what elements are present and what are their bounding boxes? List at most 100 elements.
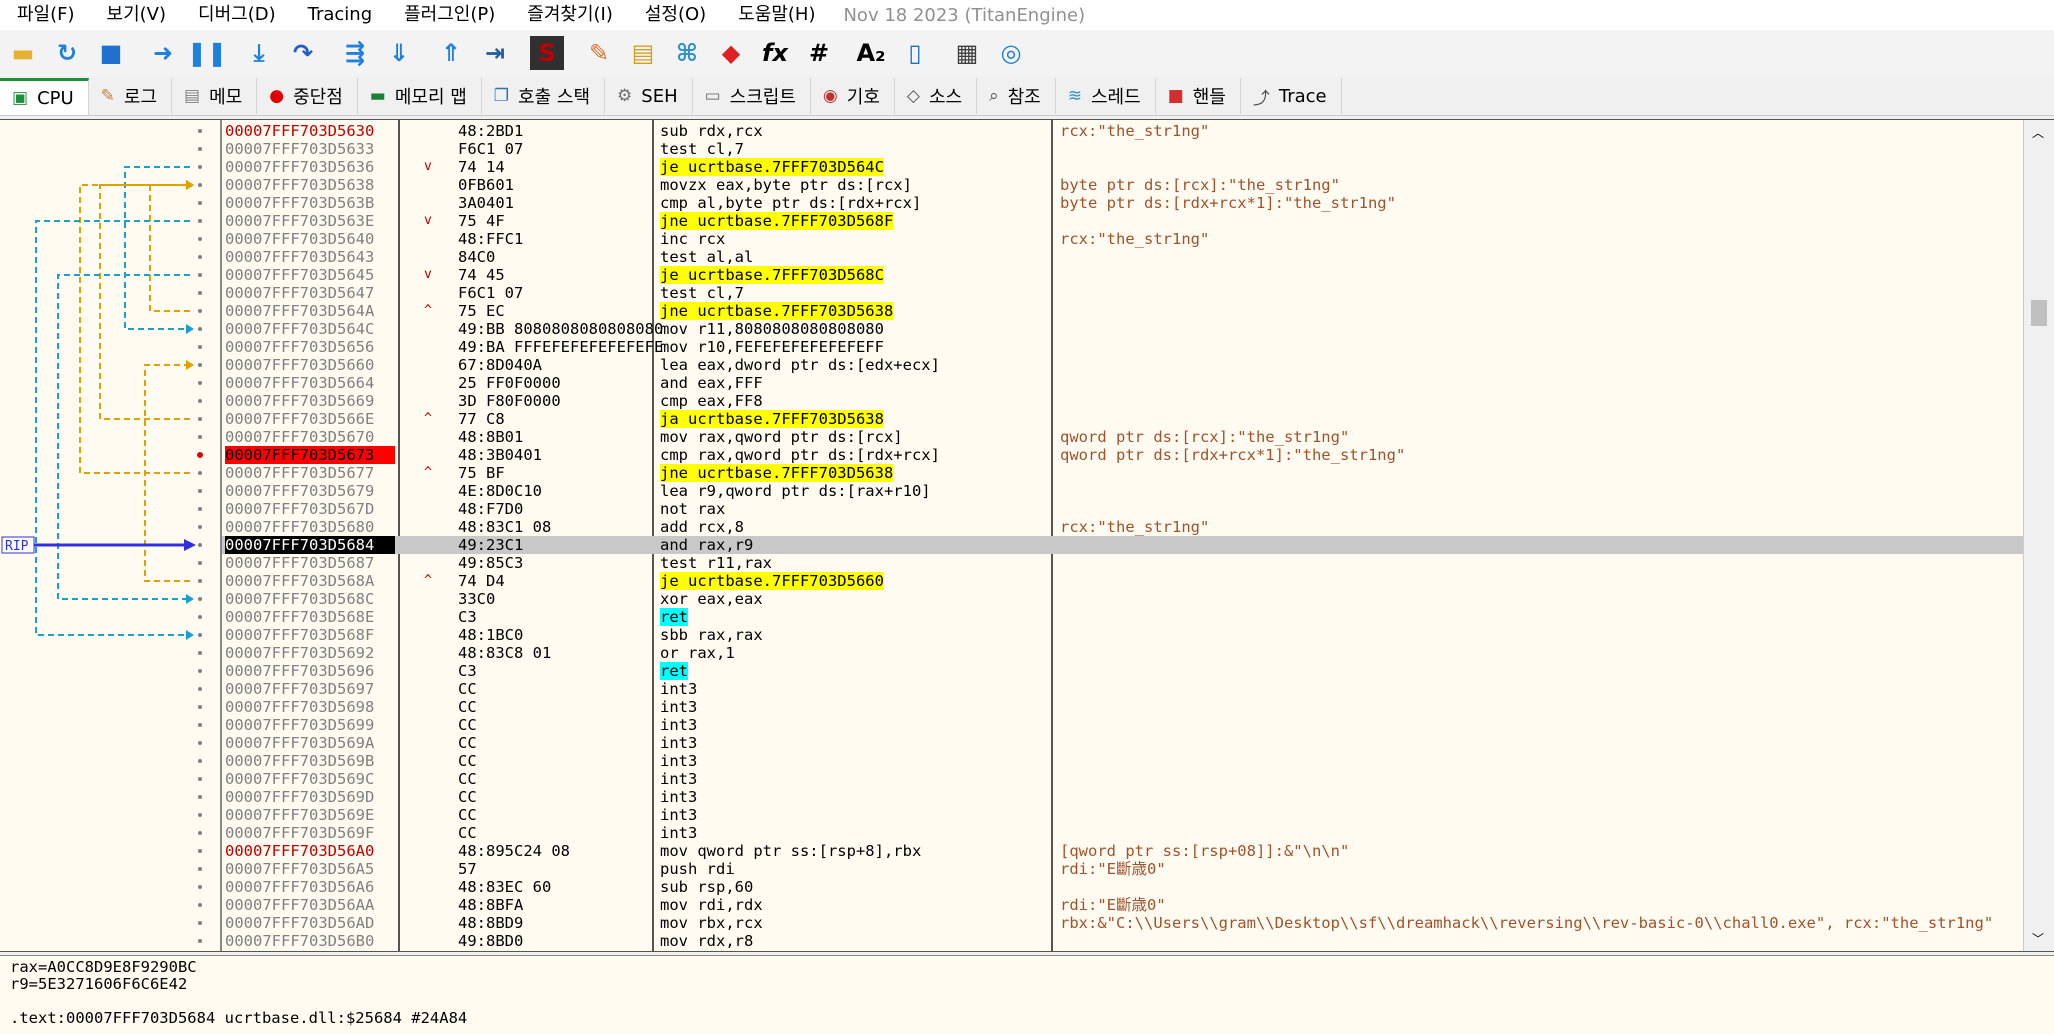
trace-into-icon[interactable]: ⇶ bbox=[338, 36, 372, 70]
disasm-row[interactable]: 00007FFF703D567D 48:F7D0 not rax bbox=[222, 500, 2022, 518]
row-address: 00007FFF703D568C bbox=[225, 590, 375, 608]
disasm-row[interactable]: 00007FFF703D5664 25 FF0F0000 and eax,FFF bbox=[222, 374, 2022, 392]
disasm-row[interactable]: 00007FFF703D5647 F6C1 07 test cl,7 bbox=[222, 284, 2022, 302]
disasm-row[interactable]: 00007FFF703D5679 4E:8D0C10 lea r9,qword pt… bbox=[222, 482, 2022, 500]
menu-plugins[interactable]: 플러그인(P) bbox=[388, 0, 511, 30]
sysinfo-icon[interactable]: ▯ bbox=[898, 36, 932, 70]
disasm-row[interactable]: 00007FFF703D5670 48:8B01 mov rax,qword ptr… bbox=[222, 428, 2022, 446]
menu-view[interactable]: 보기(V) bbox=[91, 0, 182, 30]
disasm-row[interactable]: 00007FFF703D56A0 48:895C24 08 mov qword pt… bbox=[222, 842, 2022, 860]
disasm-row[interactable]: 00007FFF703D56AA 48:8BFA mov rdi,rdx rdi:"E… bbox=[222, 896, 2022, 914]
stop-icon[interactable]: ■ bbox=[94, 36, 128, 70]
vertical-scrollbar[interactable]: ︿ ﹀ bbox=[2023, 120, 2054, 951]
disasm-row[interactable]: 00007FFF703D5699 CC int3 bbox=[222, 716, 2022, 734]
row-address: 00007FFF703D5692 bbox=[225, 644, 375, 662]
tab-breakpoints[interactable]: ● 중단점 bbox=[257, 78, 358, 114]
comment-icon[interactable]: ▤ bbox=[626, 36, 660, 70]
step-over-icon[interactable]: ↷ bbox=[286, 36, 320, 70]
disasm-row[interactable]: 00007FFF703D5636 v 74 14 je ucrtbase.7FFF70… bbox=[222, 158, 2022, 176]
disasm-row[interactable]: 00007FFF703D5698 CC int3 bbox=[222, 698, 2022, 716]
disasm-row[interactable]: 00007FFF703D56A6 48:83EC 60 sub rsp,60 bbox=[222, 878, 2022, 896]
hash-icon[interactable]: # bbox=[802, 36, 836, 70]
tab-trace[interactable]: ⤴ Trace bbox=[1241, 78, 1342, 114]
tab-seh[interactable]: ⚙ SEH bbox=[605, 78, 693, 114]
disasm-row[interactable]: 00007FFF703D564A ^ 75 EC jne ucrtbase.7FFF7… bbox=[222, 302, 2022, 320]
menu-tracing[interactable]: Tracing bbox=[292, 0, 389, 30]
tab-symbols[interactable]: ◉ 기호 bbox=[811, 78, 895, 114]
disasm-row[interactable]: 00007FFF703D5692 48:83C8 01 or rax,1 bbox=[222, 644, 2022, 662]
disasm-row[interactable]: 00007FFF703D5696 C3 ret bbox=[222, 662, 2022, 680]
disasm-row[interactable]: 00007FFF703D5630 48:2BD1 sub rdx,rcx rcx:"t… bbox=[222, 122, 2022, 140]
disasm-row[interactable]: 00007FFF703D5697 CC int3 bbox=[222, 680, 2022, 698]
pause-icon[interactable]: ❚❚ bbox=[187, 36, 227, 70]
disasm-row[interactable]: 00007FFF703D569B CC int3 bbox=[222, 752, 2022, 770]
disasm-row[interactable]: 00007FFF703D568C 33C0 xor eax,eax bbox=[222, 590, 2022, 608]
disasm-row[interactable]: 00007FFF703D564C 49:BB 8080808080808080 mo… bbox=[222, 320, 2022, 338]
menu-favourites[interactable]: 즐겨찾기(I) bbox=[511, 0, 629, 30]
disasm-row[interactable]: 00007FFF703D568A ^ 74 D4 je ucrtbase.7FFF70… bbox=[222, 572, 2022, 590]
disasm-row[interactable]: 00007FFF703D569A CC int3 bbox=[222, 734, 2022, 752]
row-dot bbox=[198, 849, 202, 853]
disasm-row[interactable]: 00007FFF703D5687 49:85C3 test r11,rax bbox=[222, 554, 2022, 572]
disasm-row[interactable]: 00007FFF703D5633 F6C1 07 test cl,7 bbox=[222, 140, 2022, 158]
disasm-row[interactable]: 00007FFF703D568F 48:1BC0 sbb rax,rax bbox=[222, 626, 2022, 644]
execute-till-return-icon[interactable]: ⇑ bbox=[434, 36, 468, 70]
disasm-row[interactable]: 00007FFF703D56A5 57 push rdi rdi:"E斷歳0" bbox=[222, 860, 2022, 878]
patch-icon[interactable]: ✎ bbox=[582, 36, 616, 70]
label-icon[interactable]: ⌘ bbox=[670, 36, 704, 70]
disasm-row[interactable]: 00007FFF703D5640 48:FFC1 inc rcx rcx:"the_s… bbox=[222, 230, 2022, 248]
function-icon[interactable]: fx bbox=[758, 36, 792, 70]
scroll-down-icon[interactable]: ﹀ bbox=[2032, 930, 2044, 947]
tab-handles[interactable]: ■ 핸들 bbox=[1156, 78, 1241, 114]
jump-up-icon: ^ bbox=[424, 303, 432, 318]
tab-references[interactable]: ⌕ 참조 bbox=[977, 78, 1056, 114]
disasm-row[interactable]: 00007FFF703D5684 49:23C1 and rax,r9 bbox=[222, 536, 2024, 554]
disasm-row[interactable]: 00007FFF703D5645 v 74 45 je ucrtbase.7FFF70… bbox=[222, 266, 2022, 284]
tab-threads[interactable]: ≋ 스레드 bbox=[1056, 78, 1156, 114]
disasm-row[interactable]: 00007FFF703D569E CC int3 bbox=[222, 806, 2022, 824]
disasm-row[interactable]: 00007FFF703D566E ^ 77 C8 ja ucrtbase.7FFF70… bbox=[222, 410, 2022, 428]
disassembly-view[interactable]: RIP 00007FFF703D5630 48:2BD1 sub rdx,rcx rc… bbox=[0, 119, 2054, 952]
scroll-up-icon[interactable]: ︿ bbox=[2032, 124, 2044, 141]
disasm-row[interactable]: 00007FFF703D5677 ^ 75 BF jne ucrtbase.7FFF7… bbox=[222, 464, 2022, 482]
disasm-row[interactable]: 00007FFF703D5643 84C0 test al,al bbox=[222, 248, 2022, 266]
disasm-row[interactable]: 00007FFF703D5669 3D F80F0000 cmp eax,FF8 bbox=[222, 392, 2022, 410]
menu-options[interactable]: 설정(O) bbox=[629, 0, 722, 30]
tab-call-stack[interactable]: ❐ 호출 스택 bbox=[482, 78, 606, 114]
disasm-row[interactable]: 00007FFF703D569D CC int3 bbox=[222, 788, 2022, 806]
run-icon[interactable]: ➜ bbox=[146, 36, 180, 70]
run-to-user-code-icon[interactable]: ⇥ bbox=[478, 36, 512, 70]
row-disassembly: int3 bbox=[660, 698, 698, 716]
disasm-row[interactable]: 00007FFF703D5660 67:8D040A lea eax,dword p… bbox=[222, 356, 2022, 374]
menu-file[interactable]: 파일(F) bbox=[0, 0, 91, 30]
menu-help[interactable]: 도움말(H) bbox=[722, 0, 831, 30]
tab-cpu[interactable]: ▣ CPU bbox=[0, 78, 89, 115]
scrollbar-thumb[interactable] bbox=[2031, 300, 2047, 326]
tab-notes[interactable]: ▤ 메모 bbox=[172, 78, 258, 114]
scylla-icon[interactable]: S bbox=[530, 36, 564, 70]
disasm-row[interactable]: 00007FFF703D5673 48:3B0401 cmp rax,qword p… bbox=[222, 446, 2022, 464]
disasm-row[interactable]: 00007FFF703D569C CC int3 bbox=[222, 770, 2022, 788]
disasm-row[interactable]: 00007FFF703D563B 3A0401 cmp al,byte ptr ds… bbox=[222, 194, 2022, 212]
disasm-row[interactable]: 00007FFF703D569F CC int3 bbox=[222, 824, 2022, 842]
tab-script[interactable]: ▭ 스크립트 bbox=[693, 78, 811, 114]
disasm-row[interactable]: 00007FFF703D5680 48:83C1 08 add rcx,8 rcx:"… bbox=[222, 518, 2022, 536]
bookmark-icon[interactable]: ◆ bbox=[714, 36, 748, 70]
trace-over-icon[interactable]: ⇓ bbox=[382, 36, 416, 70]
disasm-row[interactable]: 00007FFF703D5638 0FB601 movzx eax,byte ptr… bbox=[222, 176, 2022, 194]
web-icon[interactable]: ◎ bbox=[994, 36, 1028, 70]
disasm-row[interactable]: 00007FFF703D56B0 49:8BD0 mov rdx,r8 bbox=[222, 932, 2022, 950]
disasm-row[interactable]: 00007FFF703D56AD 48:8BD9 mov rbx,rcx rbx:&"… bbox=[222, 914, 2022, 932]
step-into-icon[interactable]: ⤓ bbox=[242, 36, 276, 70]
menu-debug[interactable]: 디버그(D) bbox=[182, 0, 292, 30]
disasm-row[interactable]: 00007FFF703D568E C3 ret bbox=[222, 608, 2022, 626]
tab-source[interactable]: ◇ 소스 bbox=[895, 78, 978, 114]
restart-icon[interactable]: ↻ bbox=[50, 36, 84, 70]
font-icon[interactable]: A₂ bbox=[854, 36, 888, 70]
disasm-row[interactable]: 00007FFF703D5656 49:BA FFFEFEFEFEFEFEFE mo… bbox=[222, 338, 2022, 356]
calculator-icon[interactable]: ▦ bbox=[950, 36, 984, 70]
tab-memory-map[interactable]: ▬ 메모리 맵 bbox=[358, 78, 482, 114]
disasm-row[interactable]: 00007FFF703D563E v 75 4F jne ucrtbase.7FFF7… bbox=[222, 212, 2022, 230]
open-icon[interactable]: ▬ bbox=[6, 36, 40, 70]
tab-log[interactable]: ✎ 로그 bbox=[89, 78, 173, 114]
